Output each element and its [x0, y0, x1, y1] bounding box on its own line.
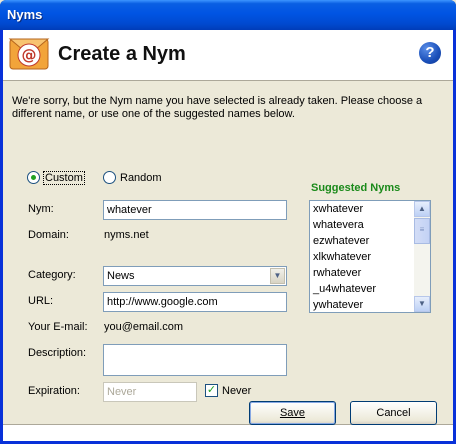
- title-bar[interactable]: Nyms: [0, 0, 456, 30]
- save-button[interactable]: Save: [249, 401, 336, 425]
- dialog-header: @ Create a Nym ?: [3, 30, 453, 80]
- custom-radio-label[interactable]: Custom: [43, 170, 85, 185]
- svg-text:@: @: [22, 46, 37, 64]
- scroll-down-icon[interactable]: ▼: [414, 296, 430, 312]
- list-item[interactable]: ezwhatever: [310, 233, 430, 249]
- domain-value: nyms.net: [104, 229, 149, 241]
- url-input[interactable]: http://www.google.com: [103, 292, 287, 312]
- email-label: Your E-mail:: [28, 321, 88, 333]
- list-item[interactable]: whatevera: [310, 217, 430, 233]
- list-item[interactable]: _u4whatever: [310, 281, 430, 297]
- custom-radio[interactable]: Custom: [27, 170, 85, 185]
- list-item[interactable]: rwhatever: [310, 265, 430, 281]
- check-icon[interactable]: ✓: [205, 384, 218, 397]
- domain-label: Domain:: [28, 229, 69, 241]
- scroll-up-icon[interactable]: ▲: [414, 201, 430, 217]
- random-radio-button[interactable]: [103, 171, 116, 184]
- never-checkbox-label[interactable]: Never: [222, 385, 251, 397]
- suggested-nyms-title: Suggested Nyms: [311, 182, 401, 194]
- chevron-down-icon[interactable]: ▼: [270, 268, 285, 284]
- dialog-client: @ Create a Nym ? We're sorry, but the Ny…: [3, 30, 453, 441]
- list-item[interactable]: ywhatever: [310, 297, 430, 312]
- scroll-thumb[interactable]: ≡: [414, 218, 430, 244]
- never-checkbox[interactable]: ✓ Never: [205, 384, 251, 397]
- nym-input[interactable]: whatever: [103, 200, 287, 220]
- email-logo-icon: @: [8, 33, 52, 77]
- random-radio[interactable]: Random: [103, 171, 162, 184]
- description-input[interactable]: [103, 344, 287, 376]
- cancel-button[interactable]: Cancel: [350, 401, 437, 425]
- intro-message: We're sorry, but the Nym name you have s…: [12, 95, 423, 120]
- dialog-heading: Create a Nym: [58, 43, 186, 65]
- suggested-nyms-list[interactable]: xwhatever whatevera ezwhatever xlkwhatev…: [309, 200, 431, 313]
- expiration-input[interactable]: Never: [103, 382, 197, 402]
- help-icon[interactable]: ?: [419, 42, 441, 64]
- save-button-label: Save: [279, 407, 306, 419]
- nym-label: Nym:: [28, 203, 54, 215]
- email-value: you@email.com: [104, 321, 184, 333]
- description-label: Description:: [28, 347, 87, 359]
- dialog-window: Nyms @ Create a Nym ? We're sorry, but t…: [0, 0, 456, 444]
- category-label: Category:: [28, 269, 76, 281]
- list-item[interactable]: xwhatever: [310, 201, 430, 217]
- custom-radio-button[interactable]: [27, 171, 40, 184]
- category-select[interactable]: News ▼: [103, 266, 287, 286]
- dialog-body: We're sorry, but the Nym name you have s…: [3, 81, 453, 424]
- list-scrollbar[interactable]: ▲ ≡ ▼: [414, 201, 430, 312]
- window-title: Nyms: [7, 7, 43, 22]
- random-radio-label[interactable]: Random: [120, 172, 162, 184]
- cancel-button-label: Cancel: [376, 407, 411, 419]
- list-item[interactable]: xlkwhatever: [310, 249, 430, 265]
- expiration-label: Expiration:: [28, 385, 80, 397]
- url-label: URL:: [28, 295, 54, 307]
- category-select-value: News: [107, 270, 135, 282]
